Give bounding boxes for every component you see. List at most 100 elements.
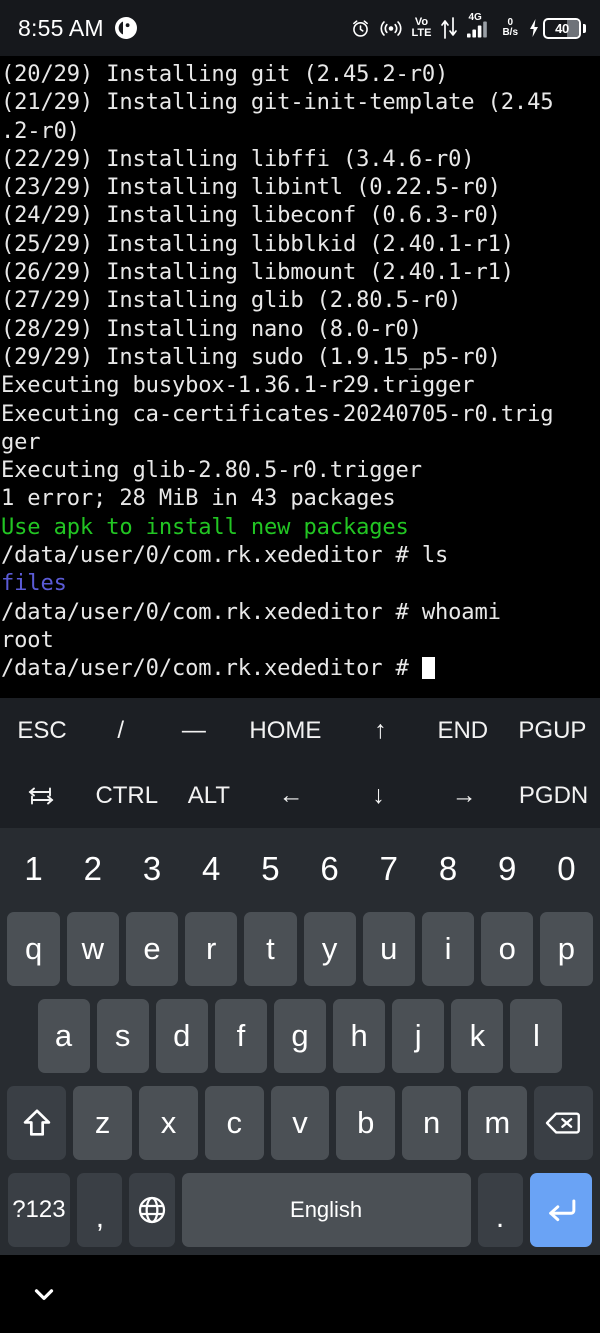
key-1[interactable]: 1 [7, 836, 59, 902]
globe-icon [138, 1196, 166, 1223]
key-x[interactable]: x [139, 1085, 198, 1160]
key-r[interactable]: r [185, 912, 238, 987]
key-v[interactable]: v [270, 1085, 330, 1160]
terminal-line-text: /data/user/0/com.rk.xededitor # whoami [1, 598, 501, 625]
key-arrow-right[interactable]: → [421, 763, 507, 828]
key-5-label: 5 [261, 850, 280, 887]
status-bar: 8:55 AM Vo LTE 4G 0 B/s 40 [0, 0, 600, 56]
language-key[interactable] [129, 1172, 175, 1247]
key-a[interactable]: a [37, 999, 90, 1074]
key-2[interactable]: 2 [67, 836, 119, 902]
key-j-label: j [414, 1018, 422, 1054]
key-4[interactable]: 4 [185, 836, 237, 902]
backspace-key[interactable] [533, 1085, 593, 1160]
key-d[interactable]: d [155, 999, 208, 1074]
terminal-line: Executing glib-2.80.5-r0.trigger [0, 456, 600, 484]
key-t-label: t [266, 931, 275, 967]
backspace-icon [545, 1112, 581, 1134]
key-l-label: l [532, 1018, 540, 1054]
key-s-label: s [114, 1018, 131, 1054]
key-ctrl[interactable]: CTRL [82, 763, 171, 828]
status-bar-right: Vo LTE 4G 0 B/s 40 [350, 13, 586, 40]
key-tab[interactable] [0, 763, 82, 828]
key-y[interactable]: y [303, 912, 356, 987]
key-k[interactable]: k [451, 999, 504, 1074]
key-pgup[interactable]: PGUP [505, 698, 600, 763]
key-e[interactable]: e [125, 912, 179, 987]
key-dash-label: — [181, 716, 206, 744]
network-speed-icon: 0 B/s [502, 17, 518, 39]
status-bar-clock: 8:55 AM [18, 14, 104, 41]
key-h[interactable]: h [333, 999, 386, 1074]
key-j[interactable]: j [392, 999, 445, 1074]
terminal-line: (23/29) Installing libintl (0.22.5-r0) [0, 173, 600, 201]
key-i[interactable]: i [421, 912, 475, 987]
key-dash[interactable]: — [157, 698, 230, 763]
key-7[interactable]: 7 [363, 836, 415, 902]
key-p[interactable]: p [540, 912, 593, 987]
key-slash-label: / [117, 716, 125, 744]
key-f[interactable]: f [214, 999, 267, 1074]
key-5[interactable]: 5 [244, 836, 296, 902]
battery-body: 40 [543, 17, 581, 39]
hide-keyboard-button[interactable] [22, 1272, 66, 1316]
key-o[interactable]: o [481, 912, 534, 987]
key-home[interactable]: HOME [230, 698, 340, 763]
key-arrow-right-label: → [451, 781, 477, 809]
key-l[interactable]: l [510, 999, 563, 1074]
comma-key[interactable]: , [77, 1172, 123, 1247]
keyboard-row-qwerty: qwertyuiop [0, 906, 600, 993]
key-pgdn[interactable]: PGDN [507, 763, 600, 828]
key-n[interactable]: n [402, 1085, 461, 1160]
terminal-line: /data/user/0/com.rk.xededitor # [0, 654, 600, 682]
key-arrow-up[interactable]: ↑ [340, 698, 420, 763]
terminal-line: root [0, 626, 600, 654]
terminal-output[interactable]: (20/29) Installing git (2.45.2-r0) (21/29… [0, 56, 600, 698]
enter-key[interactable] [529, 1172, 593, 1247]
charging-bolt-icon [530, 19, 538, 37]
key-alt[interactable]: ALT [171, 763, 246, 828]
key-b[interactable]: b [336, 1085, 396, 1160]
key-t[interactable]: t [244, 912, 297, 987]
key-w-label: w [81, 931, 104, 967]
period-key[interactable]: . [477, 1172, 523, 1247]
shift-key[interactable] [7, 1085, 67, 1160]
terminal-line-text: files [1, 570, 67, 597]
space-key[interactable]: English [181, 1172, 471, 1247]
volte-icon: Vo LTE [411, 17, 431, 39]
phone-screen: 8:55 AM Vo LTE 4G 0 B/s 40 (20/29) Insta… [0, 0, 600, 1333]
key-esc[interactable]: ESC [0, 698, 84, 763]
terminal-line-text: root [1, 626, 54, 653]
key-w[interactable]: w [66, 912, 119, 987]
key-arrow-down-label: ↓ [372, 781, 385, 809]
key-arrow-left[interactable]: ← [246, 763, 335, 828]
key-9[interactable]: 9 [481, 836, 533, 902]
key-s[interactable]: s [96, 999, 149, 1074]
key-end[interactable]: END [421, 698, 505, 763]
key-8[interactable]: 8 [422, 836, 474, 902]
terminal-line-text: (23/29) Installing libintl (0.22.5-r0) [1, 174, 501, 201]
key-3[interactable]: 3 [126, 836, 178, 902]
key-arrow-down[interactable]: ↓ [336, 763, 422, 828]
key-m[interactable]: m [467, 1085, 527, 1160]
key-u[interactable]: u [362, 912, 415, 987]
symbols-key[interactable]: ?123 [7, 1172, 71, 1247]
enter-arrow-icon [549, 1199, 576, 1221]
key-g[interactable]: g [273, 999, 327, 1074]
key-4-label: 4 [202, 850, 221, 887]
terminal-line-text: Executing glib-2.80.5-r0.trigger [1, 457, 422, 484]
key-6[interactable]: 6 [304, 836, 356, 902]
terminal-line-text: (20/29) Installing git (2.45.2-r0) [1, 61, 449, 87]
key-i-label: i [444, 931, 452, 967]
key-arrow-left-label: ← [278, 781, 304, 809]
key-q[interactable]: q [7, 912, 60, 987]
battery-level-label: 40 [555, 20, 569, 36]
key-h-label: h [350, 1018, 368, 1054]
key-0[interactable]: 0 [540, 836, 592, 902]
terminal-line: (27/29) Installing glib (2.80.5-r0) [0, 286, 600, 314]
key-z[interactable]: z [73, 1085, 133, 1160]
key-c[interactable]: c [204, 1085, 264, 1160]
comma-key-label: , [95, 1200, 105, 1234]
key-slash[interactable]: / [84, 698, 157, 763]
chevron-down-icon [34, 1289, 54, 1300]
